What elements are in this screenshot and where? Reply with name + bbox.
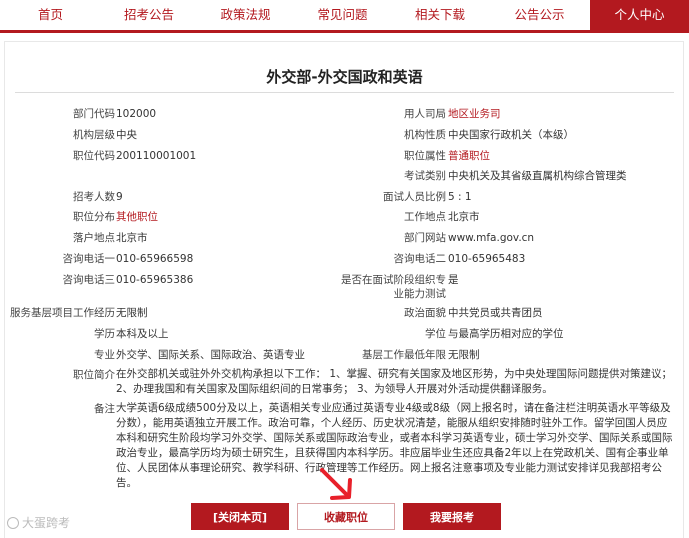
phone2-label: 咨询电话二 bbox=[393, 253, 447, 265]
phone3-value: 010-65965386 bbox=[116, 274, 194, 286]
post-dist-value: 其他职位 bbox=[116, 211, 158, 223]
remarks-line: 位、人民团体从事理论研究、教学科研、行政管理等工作经历。网上报名注意事项及专业能… bbox=[116, 462, 662, 474]
red-arrow-icon bbox=[320, 468, 352, 500]
nav-item-home[interactable]: 首页 bbox=[0, 0, 101, 30]
min-years-value: 无限制 bbox=[448, 349, 480, 361]
page-title: 外交部-外交国政和英语 bbox=[266, 68, 423, 86]
remarks-label: 备注 bbox=[94, 403, 115, 415]
nav-item-policies[interactable]: 政策法规 bbox=[197, 0, 294, 30]
watermark-text: 大蛋跨考 bbox=[22, 516, 71, 530]
dept-code-value: 102000 bbox=[116, 108, 157, 120]
nav-item-faq[interactable]: 常见问题 bbox=[294, 0, 391, 30]
interview-ratio-label: 面试人员比例 bbox=[383, 191, 446, 203]
close-page-button[interactable]: [关闭本页] bbox=[191, 503, 289, 530]
grassroots-project-label: 服务基层项目工作经历 bbox=[10, 307, 115, 319]
exam-type-label: 考试类别 bbox=[404, 170, 446, 182]
post-intro-label: 职位简介 bbox=[73, 369, 115, 381]
degree-value: 与最高学历相对应的学位 bbox=[448, 328, 564, 340]
phone1-value: 010-65966598 bbox=[116, 253, 194, 265]
remarks-line: 政治专业，最高学历均为硕士研究生，且获得国内本科学历。非应届毕业生还应具备2年以… bbox=[116, 447, 669, 459]
min-years-label: 基层工作最低年限 bbox=[362, 349, 446, 361]
work-place-label: 工作地点 bbox=[404, 211, 446, 223]
favorite-post-button[interactable]: 收藏职位 bbox=[297, 503, 395, 530]
post-intro-line: 在外交部机关或驻外外交机构承担以下工作： 1、掌握、研究有关国家及地区形势，为中… bbox=[116, 368, 673, 380]
phone2-value: 010-65965483 bbox=[448, 253, 526, 265]
education-value: 本科及以上 bbox=[116, 328, 169, 340]
post-intro-line: 2、办理我国和有关国家及国际组织间的日常事务； 3、为领导人开展对外活动提供翻译… bbox=[116, 383, 553, 395]
post-dist-label: 职位分布 bbox=[73, 211, 115, 223]
website-link[interactable]: www.mfa.gov.cn bbox=[448, 231, 534, 245]
org-nature-label: 机构性质 bbox=[404, 129, 446, 141]
headcount-value: 9 bbox=[116, 191, 123, 203]
dept-code-label: 部门代码 bbox=[73, 108, 115, 120]
post-code-label: 职位代码 bbox=[73, 150, 115, 162]
degree-label: 学位 bbox=[425, 328, 446, 340]
post-code-value: 200110001001 bbox=[116, 150, 197, 162]
hukou-value: 北京市 bbox=[116, 232, 148, 244]
interview-ratio-value: 5 : 1 bbox=[448, 191, 472, 203]
top-nav: 首页 招考公告 政策法规 常见问题 相关下载 公告公示 个人中心 bbox=[0, 0, 689, 33]
politics-label: 政治面貌 bbox=[404, 307, 446, 319]
grassroots-project-value: 无限制 bbox=[116, 307, 148, 319]
post-attr-value: 普通职位 bbox=[448, 150, 490, 162]
remarks-line: 本科和研究生阶段均学习外交学、国际关系或国际政治专业，或者本科学习英语专业，硕士… bbox=[116, 432, 673, 444]
education-label: 学历 bbox=[94, 328, 115, 340]
org-nature-value: 中央国家行政机关（本级） bbox=[448, 129, 574, 141]
remarks-text: 大学英语6级成绩500分及以上，英语相关专业应通过英语专业4级或8级（网上报名时… bbox=[116, 401, 681, 491]
remarks-line: 告。 bbox=[116, 477, 137, 489]
exam-type-value: 中央机关及其省级直属机构综合管理类 bbox=[448, 170, 627, 182]
org-level-label: 机构层级 bbox=[73, 129, 115, 141]
employer-label: 用人司局 bbox=[404, 108, 446, 120]
phone3-label: 咨询电话三 bbox=[62, 274, 116, 286]
org-level-value: 中央 bbox=[116, 129, 137, 141]
title-divider bbox=[15, 92, 674, 93]
major-value: 外交学、国际关系、国际政治、英语专业 bbox=[116, 349, 305, 361]
website-label: 部门网站 bbox=[404, 232, 446, 244]
headcount-label: 招考人数 bbox=[73, 191, 115, 203]
remarks-line: 分数），能用英语独立开展工作。政治可靠，个人经历、历史状况清楚，能服从组织安排随… bbox=[116, 417, 668, 429]
apply-button[interactable]: 我要报考 bbox=[403, 503, 501, 530]
work-place-value: 北京市 bbox=[448, 211, 480, 223]
employer-value: 地区业务司 bbox=[448, 108, 501, 120]
nav-item-announcements[interactable]: 招考公告 bbox=[101, 0, 197, 30]
phone1-label: 咨询电话一 bbox=[62, 253, 116, 265]
post-attr-label: 职位属性 bbox=[404, 150, 446, 162]
pro-test-label-line2: 业能力测试 bbox=[393, 288, 447, 300]
hukou-label: 落户地点 bbox=[73, 232, 115, 244]
nav-item-notices[interactable]: 公告公示 bbox=[489, 0, 590, 30]
logo-icon bbox=[7, 516, 19, 529]
nav-item-downloads[interactable]: 相关下载 bbox=[391, 0, 489, 30]
pro-test-label-line1: 是否在面试阶段组织专 bbox=[341, 274, 446, 286]
post-intro-text: 在外交部机关或驻外外交机构承担以下工作： 1、掌握、研究有关国家及地区形势，为中… bbox=[116, 367, 681, 397]
watermark: 大蛋跨考 bbox=[7, 514, 70, 531]
nav-item-personal-center[interactable]: 个人中心 bbox=[590, 0, 689, 30]
remarks-line: 大学英语6级成绩500分及以上，英语相关专业应通过英语专业4级或8级（网上报名时… bbox=[116, 402, 671, 414]
major-label: 专业 bbox=[94, 349, 115, 361]
politics-value: 中共党员或共青团员 bbox=[448, 307, 543, 319]
pro-test-value: 是 bbox=[448, 274, 459, 286]
